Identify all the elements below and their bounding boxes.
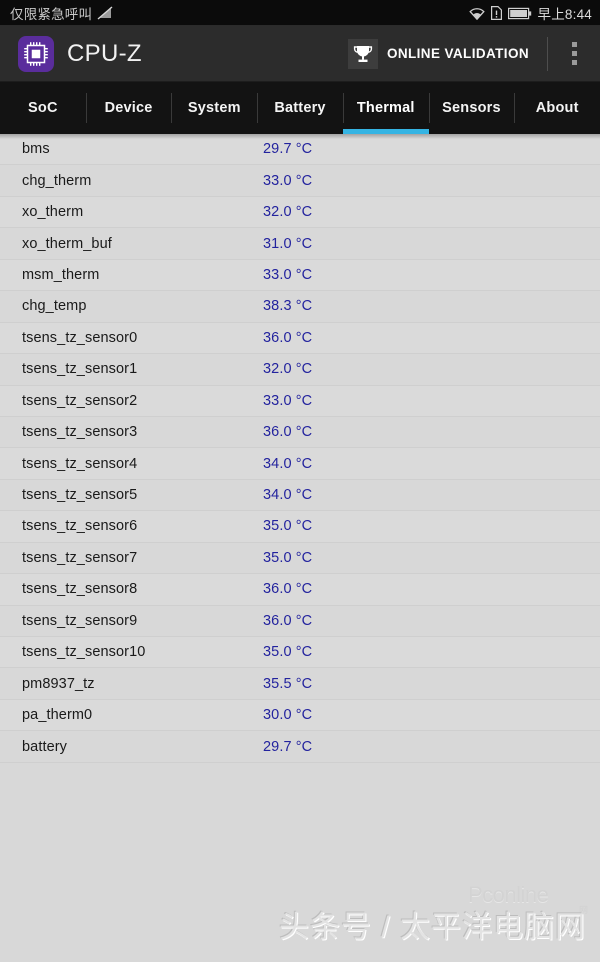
- sensor-temperature: 31.0 °C: [263, 235, 313, 252]
- overflow-dot: [571, 42, 577, 47]
- sensor-name: tsens_tz_sensor1: [22, 361, 138, 378]
- sensor-name: battery: [22, 738, 68, 755]
- table-row[interactable]: tsens_tz_sensor7 35.0 °C: [0, 542, 600, 575]
- sensor-temperature: 35.0 °C: [263, 549, 313, 566]
- sensor-temperature: 33.0 °C: [263, 266, 313, 283]
- sensor-temperature: 36.0 °C: [263, 581, 313, 598]
- sensor-temperature: 29.7 °C: [263, 738, 313, 755]
- table-row[interactable]: chg_temp 38.3 °C: [0, 291, 600, 323]
- sensor-name: chg_temp: [22, 298, 87, 315]
- sensor-temperature: 34.0 °C: [263, 455, 313, 472]
- tab-system[interactable]: System: [171, 82, 257, 134]
- online-validation-label: ONLINE VALIDATION: [386, 46, 529, 61]
- sensor-temperature: 35.5 °C: [263, 675, 313, 692]
- table-row[interactable]: tsens_tz_sensor5 34.0 °C: [0, 479, 600, 512]
- sensor-name: chg_therm: [22, 172, 92, 189]
- table-row[interactable]: battery 29.7 °C: [0, 731, 600, 763]
- signal-off-icon: [97, 6, 113, 20]
- table-row[interactable]: tsens_tz_sensor0 36.0 °C: [0, 322, 600, 355]
- sensor-temperature: 38.3 °C: [263, 298, 313, 315]
- table-row[interactable]: tsens_tz_sensor8 36.0 °C: [0, 574, 600, 606]
- sensor-name: bms: [22, 141, 50, 158]
- sensor-temperature: 34.0 °C: [263, 487, 313, 504]
- sensor-name: xo_therm: [22, 204, 84, 221]
- sensor-name: tsens_tz_sensor10: [22, 644, 146, 661]
- sensor-temperature: 30.0 °C: [263, 707, 313, 724]
- table-row[interactable]: pm8937_tz 35.5 °C: [0, 668, 600, 700]
- overflow-dot: [571, 51, 577, 56]
- tab-battery[interactable]: Battery: [257, 82, 343, 134]
- tab-sensors[interactable]: Sensors: [428, 82, 515, 134]
- table-row[interactable]: tsens_tz_sensor4 34.0 °C: [0, 448, 600, 480]
- table-row[interactable]: xo_therm 32.0 °C: [0, 196, 600, 229]
- overflow-dot: [571, 60, 577, 65]
- table-row[interactable]: pa_therm0 30.0 °C: [0, 699, 600, 732]
- app-bar: CPU-Z ONLINE VALIDATION: [0, 26, 600, 82]
- sensor-name: tsens_tz_sensor8: [22, 581, 138, 598]
- sensor-name: tsens_tz_sensor5: [22, 487, 138, 504]
- sensor-name: tsens_tz_sensor7: [22, 549, 138, 566]
- sensor-name: pa_therm0: [22, 707, 93, 724]
- sensor-name: pm8937_tz: [22, 675, 95, 692]
- trophy-icon: [347, 38, 378, 69]
- table-row[interactable]: tsens_tz_sensor9 36.0 °C: [0, 605, 600, 637]
- cpu-chip-icon: [18, 35, 54, 72]
- sensor-temperature: 33.0 °C: [263, 172, 313, 189]
- more-vertical-icon[interactable]: [552, 30, 596, 78]
- sensor-name: tsens_tz_sensor2: [22, 392, 138, 409]
- tab-about[interactable]: About: [514, 82, 600, 134]
- list-empty-area: [0, 763, 600, 962]
- page-title: CPU-Z: [67, 39, 142, 67]
- sensor-temperature: 32.0 °C: [263, 204, 313, 221]
- table-row[interactable]: bms 29.7 °C: [0, 134, 600, 166]
- table-row[interactable]: tsens_tz_sensor1 32.0 °C: [0, 354, 600, 386]
- appbar-divider: [547, 36, 548, 71]
- sensor-name: tsens_tz_sensor6: [22, 518, 138, 535]
- table-row[interactable]: tsens_tz_sensor6 35.0 °C: [0, 511, 600, 543]
- wifi-icon: [468, 7, 485, 20]
- sim-alert-icon: [490, 6, 502, 20]
- table-row[interactable]: xo_therm_buf 31.0 °C: [0, 228, 600, 260]
- tab-bar: SoC Device System Battery Thermal Sensor…: [0, 82, 600, 134]
- battery-icon: [507, 7, 532, 20]
- status-bar-right: 早上8:44: [468, 3, 592, 23]
- table-row[interactable]: tsens_tz_sensor10 35.0 °C: [0, 637, 600, 669]
- thermal-rows: bms 29.7 °C chg_therm 33.0 °C xo_therm 32.0 °…: [0, 134, 600, 763]
- sensor-temperature: 36.0 °C: [263, 612, 313, 629]
- sensor-name: tsens_tz_sensor9: [22, 612, 138, 629]
- sensor-temperature: 29.7 °C: [263, 141, 313, 158]
- sensor-temperature: 36.0 °C: [263, 329, 313, 346]
- sensor-temperature: 35.0 °C: [263, 644, 313, 661]
- sensor-name: tsens_tz_sensor4: [22, 455, 138, 472]
- thermal-list[interactable]: bms 29.7 °C chg_therm 33.0 °C xo_therm 32.0 °…: [0, 134, 600, 962]
- sensor-name: tsens_tz_sensor3: [22, 424, 138, 441]
- table-row[interactable]: msm_therm 33.0 °C: [0, 259, 600, 292]
- sensor-temperature: 36.0 °C: [263, 424, 313, 441]
- carrier-label: 仅限紧急呼叫: [10, 7, 93, 22]
- status-bar: 仅限紧急呼叫 早上8:44: [0, 0, 600, 26]
- sensor-name: msm_therm: [22, 266, 100, 283]
- sensor-name: tsens_tz_sensor0: [22, 329, 138, 346]
- sensor-name: xo_therm_buf: [22, 235, 112, 252]
- online-validation-button[interactable]: ONLINE VALIDATION: [344, 35, 537, 73]
- status-bar-left: 仅限紧急呼叫: [10, 3, 469, 23]
- sensor-temperature: 35.0 °C: [263, 518, 313, 535]
- tab-device[interactable]: Device: [85, 82, 172, 134]
- table-row[interactable]: chg_therm 33.0 °C: [0, 165, 600, 197]
- sensor-temperature: 32.0 °C: [263, 361, 313, 378]
- clock-label: 早上8:44: [537, 7, 592, 22]
- table-row[interactable]: tsens_tz_sensor3 36.0 °C: [0, 416, 600, 449]
- table-row[interactable]: tsens_tz_sensor2 33.0 °C: [0, 385, 600, 417]
- sensor-temperature: 33.0 °C: [263, 392, 313, 409]
- tab-thermal[interactable]: Thermal: [342, 82, 429, 134]
- tab-soc[interactable]: SoC: [0, 82, 86, 134]
